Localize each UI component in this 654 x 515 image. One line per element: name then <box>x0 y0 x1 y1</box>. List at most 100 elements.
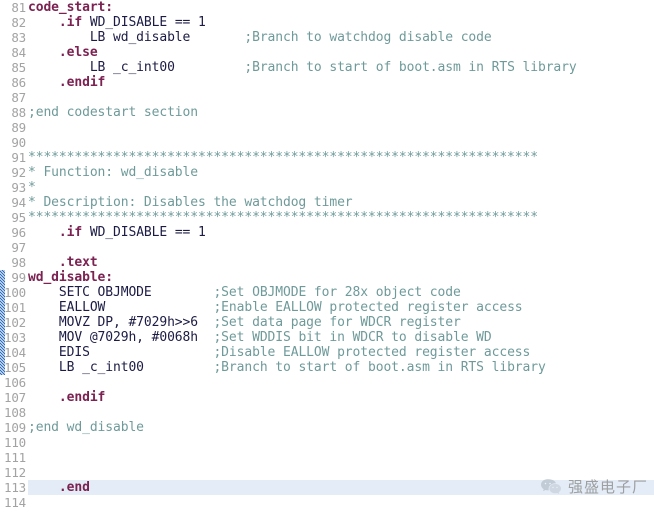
code-line[interactable]: 109 ;end wd_disable <box>0 420 654 435</box>
code-line-text[interactable]: EDIS ;Disable EALLOW protected register … <box>28 345 654 360</box>
code-line[interactable]: 103 MOV @7029h, #0068h ;Set WDDIS bit in… <box>0 330 654 345</box>
line-number: 95 <box>11 210 26 225</box>
code-line-text[interactable]: LB _c_int00 ;Branch to start of boot.asm… <box>28 60 654 75</box>
token-directive: .text <box>58 255 98 270</box>
code-line[interactable]: 95 **************************************… <box>0 210 654 225</box>
token-directive: .endif <box>58 390 106 405</box>
code-line-text[interactable] <box>28 465 654 480</box>
code-line[interactable]: 111 <box>0 450 654 465</box>
code-line[interactable]: 110 <box>0 435 654 450</box>
code-line[interactable]: 114 <box>0 495 654 510</box>
line-number: 114 <box>4 495 26 510</box>
code-line-text[interactable] <box>28 90 654 105</box>
code-line-text[interactable]: .else <box>28 45 654 60</box>
token-comment: ;Branch to start of boot.asm in RTS libr… <box>213 360 546 375</box>
code-line[interactable]: 100 SETC OBJMODE ;Set OBJMODE for 28x ob… <box>0 285 654 300</box>
token-comment: * Function: wd_disable <box>28 165 198 180</box>
code-line[interactable]: 107 .endif <box>0 390 654 405</box>
token-comment: ;Set WDDIS bit in WDCR to disable WD <box>213 330 492 345</box>
code-line[interactable]: 112 <box>0 465 654 480</box>
code-line-text[interactable] <box>28 450 654 465</box>
code-line[interactable]: 104 EDIS ;Disable EALLOW protected regis… <box>0 345 654 360</box>
token-plain: MOV @7029h, #0068h <box>28 330 214 345</box>
token-comment: ;end codestart section <box>28 105 198 120</box>
code-line[interactable]: 97 <box>0 240 654 255</box>
code-line[interactable]: 89 <box>0 120 654 135</box>
code-line[interactable]: 90 <box>0 135 654 150</box>
code-line-text[interactable]: ****************************************… <box>28 210 654 225</box>
code-line-text[interactable] <box>28 435 654 450</box>
line-number: 111 <box>4 450 26 465</box>
code-line-text[interactable]: ;end wd_disable <box>28 420 654 435</box>
code-line[interactable]: 96 .if WD_DISABLE == 1 <box>0 225 654 240</box>
code-line-text[interactable]: wd_disable: <box>28 270 654 285</box>
code-line-text[interactable]: SETC OBJMODE ;Set OBJMODE for 28x object… <box>28 285 654 300</box>
line-number: 109 <box>4 420 26 435</box>
code-line-text[interactable] <box>28 405 654 420</box>
token-directive: .if <box>58 15 83 30</box>
line-number: 83 <box>11 30 26 45</box>
code-line-text[interactable]: .endif <box>28 75 654 90</box>
code-lines-container[interactable]: 81 code_start: 82 .if WD_DISABLE == 1 83 LB… <box>0 0 654 510</box>
code-line[interactable]: 101 EALLOW ;Enable EALLOW protected regi… <box>0 300 654 315</box>
code-line[interactable]: 86 .endif <box>0 75 654 90</box>
code-line[interactable]: 113 .end <box>0 480 654 495</box>
code-line[interactable]: 83 LB wd_disable ;Branch to watchdog dis… <box>0 30 654 45</box>
code-line[interactable]: 81 code_start: <box>0 0 654 15</box>
code-line[interactable]: 99 wd_disable: <box>0 270 654 285</box>
code-editor-viewport[interactable]: 81 code_start: 82 .if WD_DISABLE == 1 83 LB… <box>0 0 654 515</box>
code-line[interactable]: 92 * Function: wd_disable <box>0 165 654 180</box>
line-number: 82 <box>11 15 26 30</box>
token-plain: LB _c_int00 <box>28 60 245 75</box>
code-line-text[interactable]: .endif <box>28 390 654 405</box>
code-line-text[interactable]: ;end codestart section <box>28 105 654 120</box>
token-plain: WD_DISABLE == 1 <box>82 15 206 30</box>
code-line[interactable]: 106 <box>0 375 654 390</box>
code-line-text[interactable]: EALLOW ;Enable EALLOW protected register… <box>28 300 654 315</box>
code-line-text[interactable] <box>28 135 654 150</box>
code-line-text[interactable]: .if WD_DISABLE == 1 <box>28 15 654 30</box>
code-line-text[interactable]: .end <box>28 480 654 495</box>
code-line-text[interactable]: .text <box>28 255 654 270</box>
code-line[interactable]: 105 LB _c_int00 ;Branch to start of boot… <box>0 360 654 375</box>
code-line-text[interactable]: MOVZ DP, #7029h>>6 ;Set data page for WD… <box>28 315 654 330</box>
code-line[interactable]: 93 * <box>0 180 654 195</box>
code-line[interactable]: 91 **************************************… <box>0 150 654 165</box>
code-line[interactable]: 94 * Description: Disables the watchdog t… <box>0 195 654 210</box>
line-number: 107 <box>4 390 26 405</box>
code-line-text[interactable] <box>28 495 654 510</box>
code-line-text[interactable]: * Function: wd_disable <box>28 165 654 180</box>
code-line-text[interactable] <box>28 240 654 255</box>
code-line[interactable]: 88 ;end codestart section <box>0 105 654 120</box>
code-line[interactable]: 82 .if WD_DISABLE == 1 <box>0 15 654 30</box>
code-line-text[interactable]: * <box>28 180 654 195</box>
token-comment: ;end wd_disable <box>28 420 144 435</box>
code-line[interactable]: 102 MOVZ DP, #7029h>>6 ;Set data page fo… <box>0 315 654 330</box>
code-line-text[interactable]: .if WD_DISABLE == 1 <box>28 225 654 240</box>
code-line[interactable]: 84 .else <box>0 45 654 60</box>
code-line-text[interactable]: ****************************************… <box>28 150 654 165</box>
token-directive: .end <box>58 480 90 495</box>
code-line[interactable]: 108 <box>0 405 654 420</box>
token-plain: MOVZ DP, #7029h>>6 <box>28 315 214 330</box>
code-line-text[interactable]: * Description: Disables the watchdog tim… <box>28 195 654 210</box>
code-line-text[interactable]: LB _c_int00 ;Branch to start of boot.asm… <box>28 360 654 375</box>
code-line[interactable]: 98 .text <box>0 255 654 270</box>
code-line-text[interactable] <box>28 375 654 390</box>
code-line[interactable]: 85 LB _c_int00 ;Branch to start of boot.… <box>0 60 654 75</box>
code-line-text[interactable]: LB wd_disable ;Branch to watchdog disabl… <box>28 30 654 45</box>
code-line[interactable]: 87 <box>0 90 654 105</box>
code-line-text[interactable] <box>28 120 654 135</box>
line-number: 97 <box>11 240 26 255</box>
token-comment: ****************************************… <box>28 150 538 165</box>
code-line-text[interactable]: code_start: <box>28 0 654 15</box>
line-number: 113 <box>4 480 26 495</box>
line-number: 84 <box>11 45 26 60</box>
line-number: 110 <box>4 435 26 450</box>
code-line-text[interactable]: MOV @7029h, #0068h ;Set WDDIS bit in WDC… <box>28 330 654 345</box>
